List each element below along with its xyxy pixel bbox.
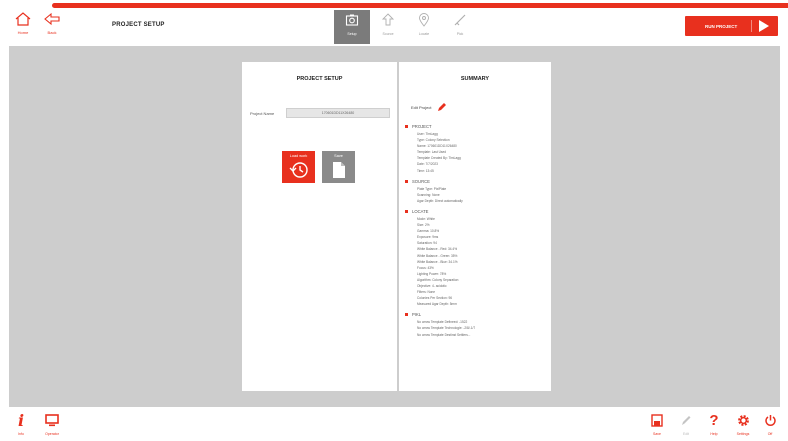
location-pin-icon bbox=[419, 13, 429, 27]
power-button[interactable]: Off bbox=[758, 413, 782, 436]
power-label: Off bbox=[767, 432, 773, 436]
section-heading: SOURCE bbox=[412, 178, 430, 184]
load-work-button[interactable]: Load work bbox=[282, 151, 315, 183]
project-setup-title: PROJECT SETUP bbox=[296, 76, 343, 82]
section-heading: LOCATE bbox=[412, 208, 429, 214]
settings-button[interactable]: Settings bbox=[731, 413, 755, 436]
summary-section-pikl: PIKL No arrow Template Defineed: -1522 N… bbox=[405, 312, 547, 337]
settings-label: Settings bbox=[736, 432, 750, 436]
save-label: Save bbox=[334, 154, 343, 158]
bullet-icon bbox=[405, 179, 408, 183]
play-icon bbox=[759, 20, 769, 32]
summary-section-source: SOURCE Plate Type: PixlPlate Scanning: N… bbox=[405, 179, 547, 204]
upload-arrow-icon bbox=[381, 13, 395, 26]
save-button[interactable]: Save bbox=[322, 151, 355, 183]
summary-section-locate: LOCATE Mode: White Size: 2% Gamma: 10.8%… bbox=[405, 209, 547, 307]
save-project-button[interactable]: Save bbox=[645, 413, 669, 436]
operator-label: Operator bbox=[45, 432, 59, 436]
home-button[interactable]: Home bbox=[8, 11, 38, 41]
monitor-icon bbox=[45, 413, 59, 428]
top-accent-line bbox=[52, 3, 788, 8]
step-source-label: Source bbox=[382, 32, 394, 36]
page-title: PROJECT SETUP bbox=[112, 22, 165, 28]
back-button[interactable]: Back bbox=[37, 11, 67, 41]
step-setup-label: Setup bbox=[347, 32, 357, 36]
step-locate[interactable]: Locate bbox=[406, 10, 442, 42]
summary-section-project: PROJECT User: TimLagg Type: Colony Selec… bbox=[405, 124, 547, 174]
camera-icon bbox=[345, 14, 359, 26]
document-icon bbox=[332, 162, 345, 178]
summary-line: Time: 13:45 bbox=[417, 168, 434, 173]
home-label: Home bbox=[17, 30, 29, 35]
run-project-label: RUN PROJECT bbox=[705, 23, 738, 29]
step-pick-label: Pick bbox=[456, 32, 464, 36]
operator-button[interactable]: Operator bbox=[40, 413, 64, 436]
bottom-bar: i Info Operator Save Edit ? Help Setting… bbox=[0, 407, 788, 441]
summary-panel: SUMMARY Edit Project PROJECT User: TimLa… bbox=[399, 62, 551, 391]
checkmark-icon bbox=[454, 14, 466, 26]
step-setup[interactable]: Setup bbox=[334, 10, 370, 44]
run-project-button[interactable]: RUN PROJECT bbox=[685, 16, 778, 36]
info-button[interactable]: i Info bbox=[9, 411, 33, 436]
edit-project-button[interactable]: Edit Project bbox=[411, 102, 447, 112]
info-icon: i bbox=[17, 411, 25, 430]
pencil-icon bbox=[680, 413, 692, 428]
bullet-icon bbox=[405, 125, 408, 128]
save-icon bbox=[651, 413, 663, 428]
project-name-label: Project Name bbox=[250, 111, 275, 116]
summary-line: Agar Depth: Direct automatically bbox=[417, 198, 463, 203]
load-work-label: Load work bbox=[289, 154, 308, 158]
bullet-icon bbox=[405, 209, 408, 213]
edit-label: Edit bbox=[682, 432, 690, 436]
help-label: Help bbox=[710, 432, 718, 436]
project-setup-panel: PROJECT SETUP Project Name 170601DD11X26… bbox=[242, 62, 397, 391]
gear-icon bbox=[737, 413, 750, 428]
top-bar: Home Back PROJECT SETUP Setup Source Loc… bbox=[0, 0, 788, 46]
section-heading: PROJECT bbox=[412, 124, 432, 129]
home-icon bbox=[15, 12, 31, 26]
project-name-field[interactable]: 170601DD11X26480 bbox=[286, 108, 390, 118]
history-clock-icon bbox=[289, 162, 308, 178]
step-source[interactable]: Source bbox=[370, 10, 406, 42]
question-mark-icon: ? bbox=[709, 412, 719, 429]
summary-title: SUMMARY bbox=[460, 76, 490, 82]
step-pick[interactable]: Pick bbox=[442, 10, 478, 42]
pencil-icon bbox=[438, 103, 447, 111]
back-arrow-icon bbox=[44, 12, 60, 26]
edit-button[interactable]: Edit bbox=[674, 413, 698, 436]
workflow-steps: Setup Source Locate Pick bbox=[334, 10, 478, 44]
help-button[interactable]: ? Help bbox=[702, 412, 726, 436]
section-heading: PIKL bbox=[412, 312, 422, 318]
summary-list: PROJECT User: TimLagg Type: Colony Selec… bbox=[405, 124, 547, 343]
bullet-icon bbox=[405, 313, 408, 317]
back-label: Back bbox=[47, 30, 57, 35]
edit-project-label: Edit Project bbox=[411, 104, 432, 110]
summary-line: No arrow Template Destinst Settlers... bbox=[417, 332, 471, 337]
power-icon bbox=[764, 413, 777, 428]
save-project-label: Save bbox=[653, 432, 661, 436]
info-label: Info bbox=[18, 432, 24, 436]
workspace: PROJECT SETUP Project Name 170601DD11X26… bbox=[9, 46, 780, 407]
step-locate-label: Locate bbox=[418, 32, 430, 36]
summary-line: Measured Agar Depth: 5mm bbox=[417, 302, 457, 307]
run-button-divider bbox=[751, 20, 752, 32]
